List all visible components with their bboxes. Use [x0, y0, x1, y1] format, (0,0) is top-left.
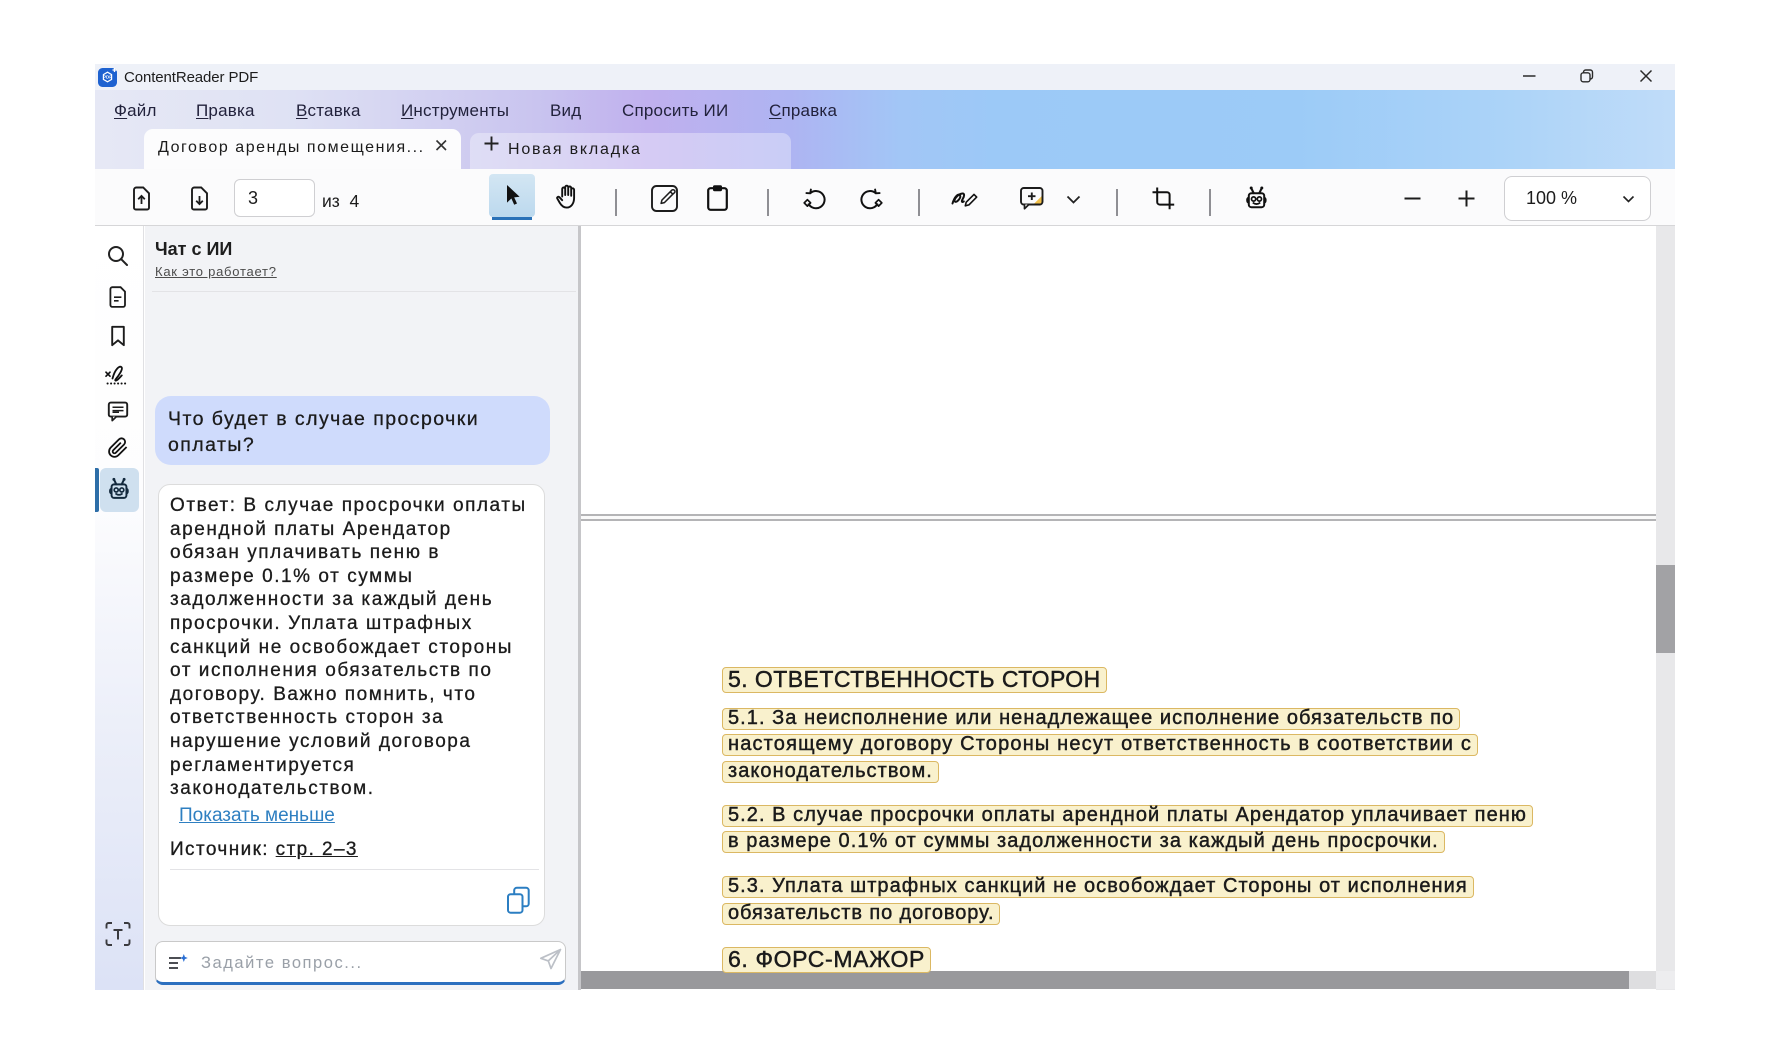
- svg-text:PDF: PDF: [103, 75, 112, 80]
